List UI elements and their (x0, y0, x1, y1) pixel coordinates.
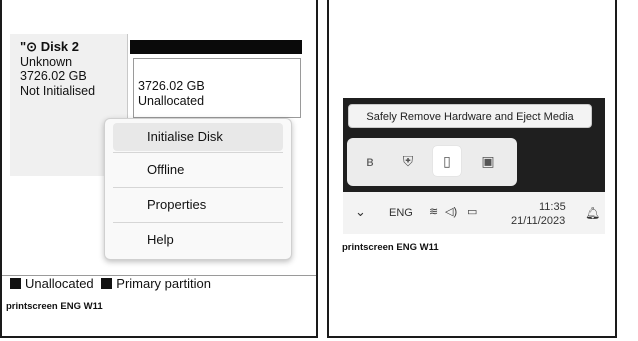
clock-time[interactable]: 11:35 (539, 201, 566, 213)
chevron-down-icon[interactable]: ⌄ (355, 204, 366, 220)
partition-size: 3726.02 GB (138, 79, 205, 93)
primary-swatch (101, 278, 113, 289)
legend-primary: Primary partition (116, 276, 211, 291)
context-menu: Initialise Disk Offline Properties Help (104, 118, 292, 260)
legend-unallocated: Unallocated (25, 276, 94, 291)
taskbar: ⌄ ENG ≋ ◁) ▭ 11:35 21/11/2023 🔔︎ (343, 192, 605, 234)
hidden-icons-tray: ʙ ⛨ ▯ ▣ (347, 138, 517, 186)
menu-item-initialise-disk[interactable]: Initialise Disk (113, 123, 283, 151)
disk-name: Disk 2 (40, 39, 79, 54)
menu-separator (113, 152, 283, 153)
menu-item-help[interactable]: Help (113, 226, 283, 254)
wifi-icon[interactable]: ≋ (429, 205, 438, 218)
menu-separator (113, 187, 283, 188)
security-icon[interactable]: ⛨ (397, 150, 419, 172)
right-caption: printscreen ENG W11 (342, 242, 439, 253)
notification-bell-icon[interactable]: 🔔︎ (585, 206, 600, 220)
unallocated-swatch (10, 278, 21, 289)
menu-item-properties[interactable]: Properties (113, 191, 283, 219)
unallocated-partition[interactable]: 3726.02 GB Unallocated (133, 58, 301, 118)
language-indicator[interactable]: ENG (389, 207, 413, 219)
menu-item-offline[interactable]: Offline (113, 156, 283, 184)
menu-separator (113, 222, 283, 223)
usb-drive-icon[interactable]: ▯ (433, 146, 461, 176)
volume-icon[interactable]: ◁) (445, 205, 457, 218)
teams-icon[interactable]: ▣ (477, 150, 499, 172)
disk-type: Unknown (20, 54, 73, 69)
eject-tooltip: Safely Remove Hardware and Eject Media (348, 104, 592, 128)
disk-status: Not Initialised (20, 83, 96, 98)
left-caption: printscreen ENG W11 (6, 301, 103, 312)
disk-name-row: "⊙ Disk 2 (20, 39, 127, 55)
bluetooth-icon[interactable]: ʙ (359, 150, 381, 172)
disk-size: 3726.02 GB (20, 69, 87, 83)
disk-icon: "⊙ (20, 39, 38, 54)
clock-date[interactable]: 21/11/2023 (511, 215, 565, 227)
partition-legend: Unallocated Primary partition (2, 275, 316, 296)
disk-partition-bar (130, 40, 302, 54)
partition-status: Unallocated (138, 94, 205, 108)
battery-icon[interactable]: ▭ (467, 205, 477, 218)
